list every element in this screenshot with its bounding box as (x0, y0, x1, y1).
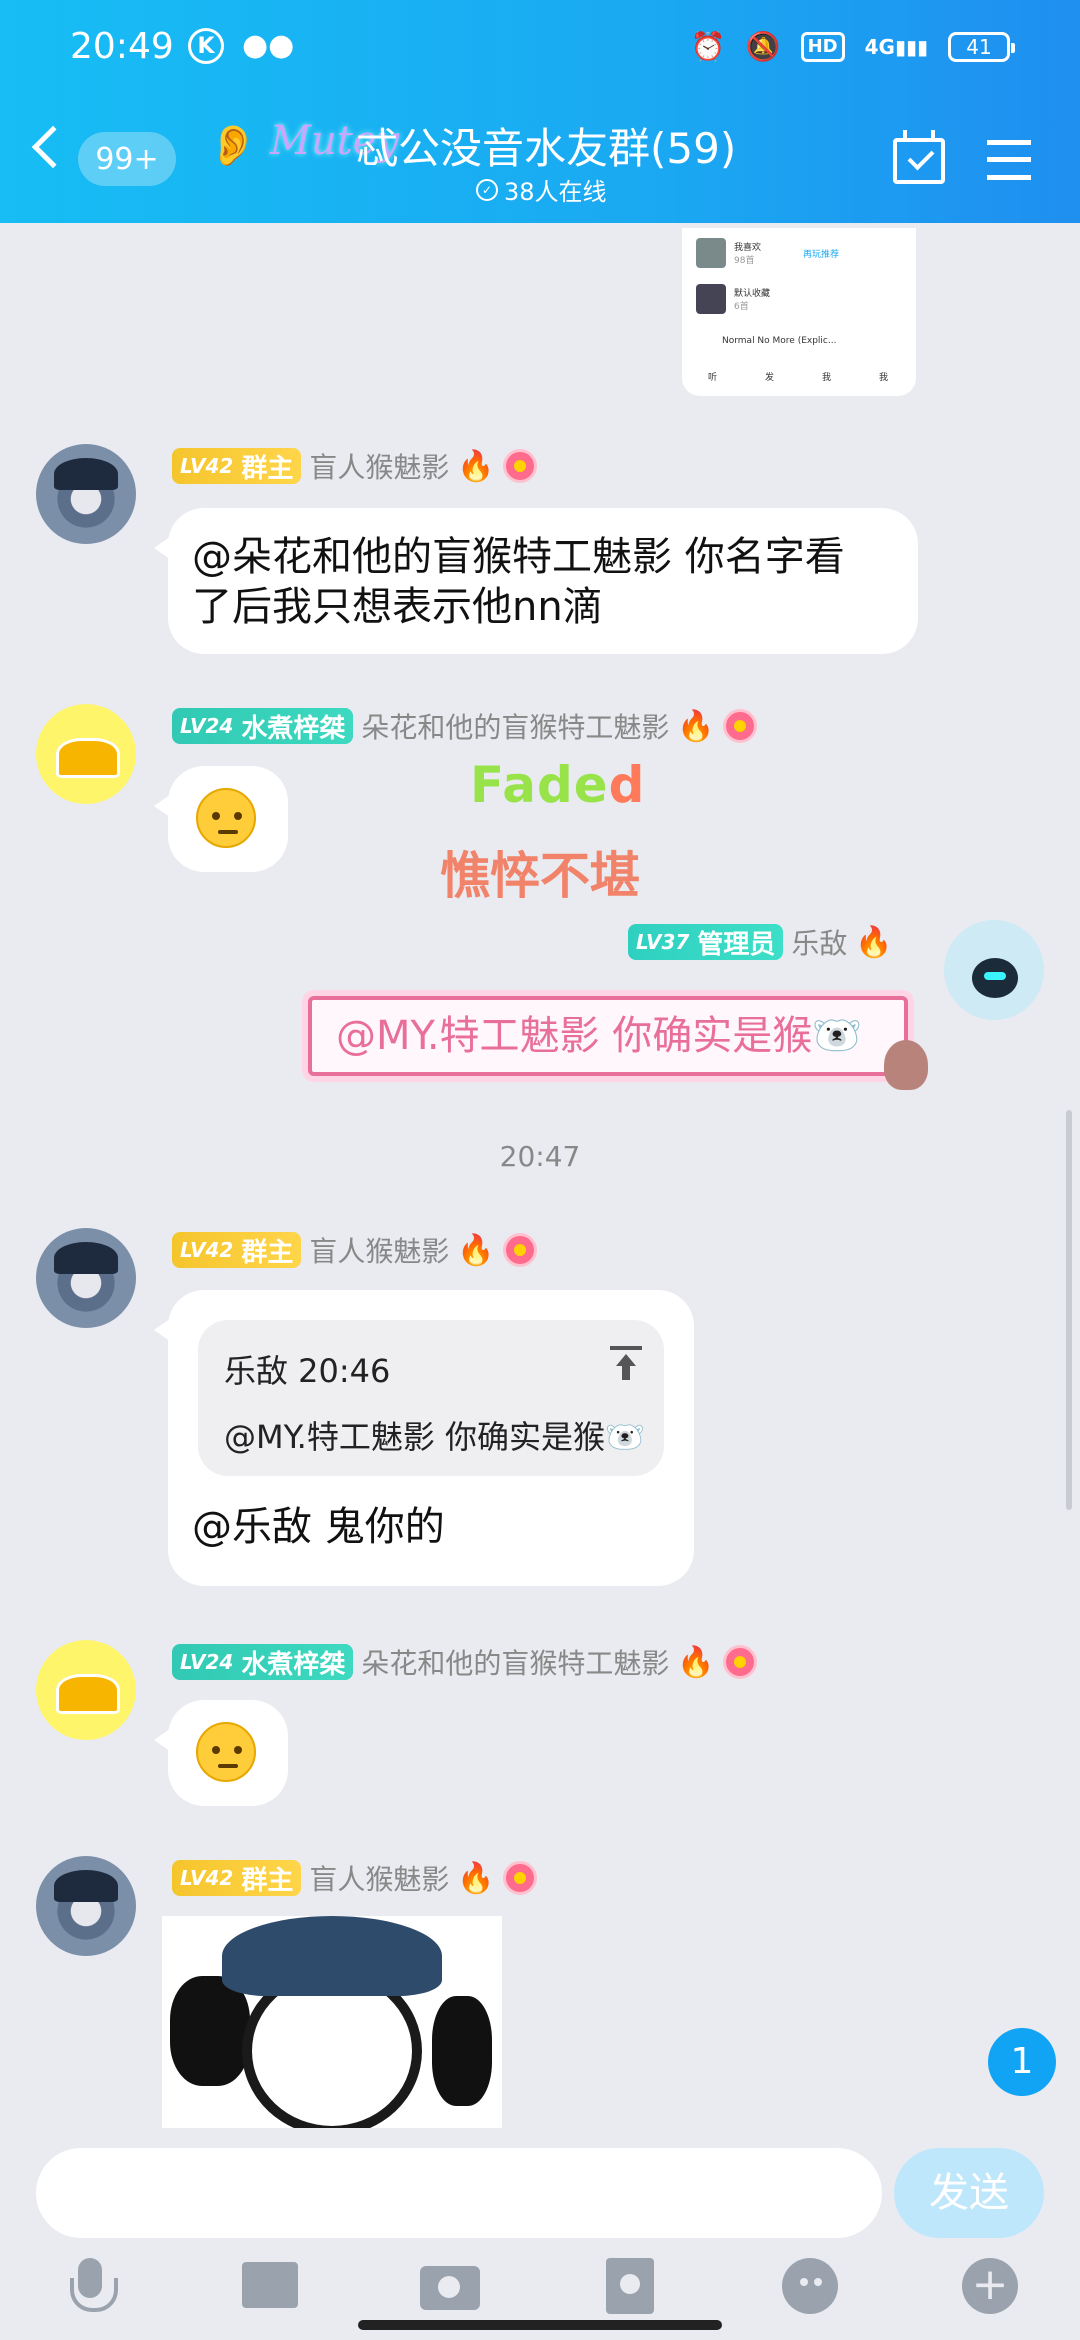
thumb-row: 默认收藏 6首 (696, 284, 770, 314)
message-bubble[interactable]: @朵花和他的盲猴特工魅影 你名字看 了后我只想表示他nn滴 (154, 508, 918, 654)
faded-subtitle: 憔悴不堪 (440, 847, 640, 905)
sender-row: LV42 群主 盲人猴魅影 🔥 (172, 1230, 537, 1270)
fire-icon: 🔥 (677, 708, 715, 744)
level-badge: LV37 管理员 (628, 924, 784, 960)
battery-icon: 41 (948, 31, 1015, 62)
sender-name[interactable]: 朵花和他的盲猴特工魅影 (361, 706, 669, 746)
image-icon[interactable] (240, 2256, 300, 2316)
avatar[interactable] (36, 1640, 136, 1740)
sender-name[interactable]: 盲人猴魅影 (309, 446, 449, 486)
sender-row: LV37 管理员 乐敌 🔥 (628, 922, 893, 962)
emoji-bubble[interactable] (154, 766, 288, 872)
fire-icon: 🔥 (677, 1644, 715, 1680)
menu-icon[interactable] (987, 140, 1031, 180)
sender-row: LV42 群主 盲人猴魅影 🔥 (172, 446, 537, 486)
level-badge: LV42 群主 (172, 1232, 302, 1268)
sender-name[interactable]: 盲人猴魅影 (309, 1230, 449, 1270)
home-indicator (358, 2320, 722, 2330)
level-badge: LV42 群主 (172, 1860, 302, 1896)
signal-icon: 4G▮▮▮ (864, 34, 928, 59)
timestamp: 20:47 (499, 1140, 581, 1173)
unread-badge[interactable]: 99+ (78, 132, 176, 186)
sender-name[interactable]: 乐敌 (791, 922, 847, 962)
fire-icon: 🔥 (457, 1232, 495, 1268)
ear-icon[interactable]: 👂 (208, 122, 258, 169)
emoji-icon[interactable] (780, 2256, 840, 2316)
pirate-hat (222, 1916, 442, 1996)
fire-icon: 🔥 (457, 448, 495, 484)
sender-row: LV24 水煮梓桀 朵花和他的盲猴特工魅影 🔥 (172, 706, 757, 746)
fire-icon: 🔥 (855, 924, 893, 960)
smile-badge-icon (722, 709, 757, 743)
alarm-icon: ⏰ (690, 30, 726, 63)
send-button[interactable]: 发送 (894, 2148, 1044, 2238)
bubble-decoration-figure (884, 1040, 928, 1090)
wechat-icon: ●● (242, 28, 295, 63)
clock: 20:49 (70, 26, 174, 67)
plus-icon[interactable] (960, 2256, 1020, 2316)
mute-icon: 🔕 (745, 30, 781, 63)
online-count: ✓ 38人在线 (476, 172, 607, 207)
decorated-message-bubble[interactable]: @MY.特工魅影 你确实是猴🐻‍❄️ (308, 996, 908, 1076)
back-arrow-icon[interactable] (31, 125, 75, 169)
scrollbar[interactable] (1066, 1110, 1072, 1510)
shared-screenshot-image[interactable]: 我喜欢 98首 再玩推荐 默认收藏 6首 Normal No More (Expli… (682, 228, 916, 396)
sender-name[interactable]: 朵花和他的盲猴特工魅影 (361, 1642, 669, 1682)
quoted-message[interactable]: 乐敌 20:46 @MY.特工魅影 你确实是猴🐻‍❄️ (198, 1320, 664, 1476)
status-left-icons: K ●● (188, 28, 294, 64)
calendar-check-icon[interactable] (893, 130, 945, 184)
sender-row: LV42 群主 盲人猴魅影 🔥 (172, 1858, 537, 1898)
smile-badge-icon (722, 1645, 757, 1679)
smile-badge-icon (502, 1861, 537, 1895)
level-badge: LV24 水煮梓桀 (172, 708, 354, 744)
sender-name[interactable]: 盲人猴魅影 (309, 1858, 449, 1898)
smirk-emoji-icon (196, 1722, 256, 1782)
fire-icon: 🔥 (457, 1860, 495, 1896)
thumb-row: 我喜欢 98首 再玩推荐 (696, 238, 839, 268)
camera-icon[interactable] (420, 2256, 480, 2316)
thinking-emoji-icon (196, 788, 256, 848)
input-toolbar (0, 2256, 1080, 2326)
avatar[interactable] (36, 1228, 136, 1328)
sender-row: LV24 水煮梓桀 朵花和他的盲猴特工魅影 🔥 (172, 1642, 757, 1682)
k-app-icon: K (188, 28, 224, 64)
avatar[interactable] (36, 444, 136, 544)
hd-icon: HD (800, 31, 845, 62)
smile-badge-icon (502, 449, 537, 483)
group-title[interactable]: 忒公没音水友群(59) (356, 115, 736, 176)
avatar[interactable] (36, 1856, 136, 1956)
microphone-icon[interactable] (60, 2256, 120, 2316)
new-message-count[interactable]: 1 (988, 2028, 1056, 2096)
status-bar: 20:49 K ●● ⏰ 🔕 HD 4G▮▮▮ 41 (0, 18, 1080, 78)
status-right-icons: ⏰ 🔕 HD 4G▮▮▮ 41 (690, 30, 1015, 63)
panda-meme-sticker[interactable] (162, 1916, 502, 2128)
level-badge: LV24 水煮梓桀 (172, 1644, 354, 1680)
chat-header: 20:49 K ●● ⏰ 🔕 HD 4G▮▮▮ 41 99+ 👂 Mutey 忒… (0, 0, 1080, 223)
avatar[interactable] (36, 704, 136, 804)
message-input[interactable] (36, 2148, 882, 2238)
online-icon: ✓ (476, 178, 498, 201)
level-badge: LV42 群主 (172, 448, 302, 484)
red-packet-icon[interactable] (600, 2256, 660, 2316)
emoji-bubble[interactable] (154, 1700, 288, 1806)
smile-badge-icon (502, 1233, 537, 1267)
avatar[interactable] (944, 920, 1044, 1020)
faded-decor-text: Faded (470, 756, 646, 814)
